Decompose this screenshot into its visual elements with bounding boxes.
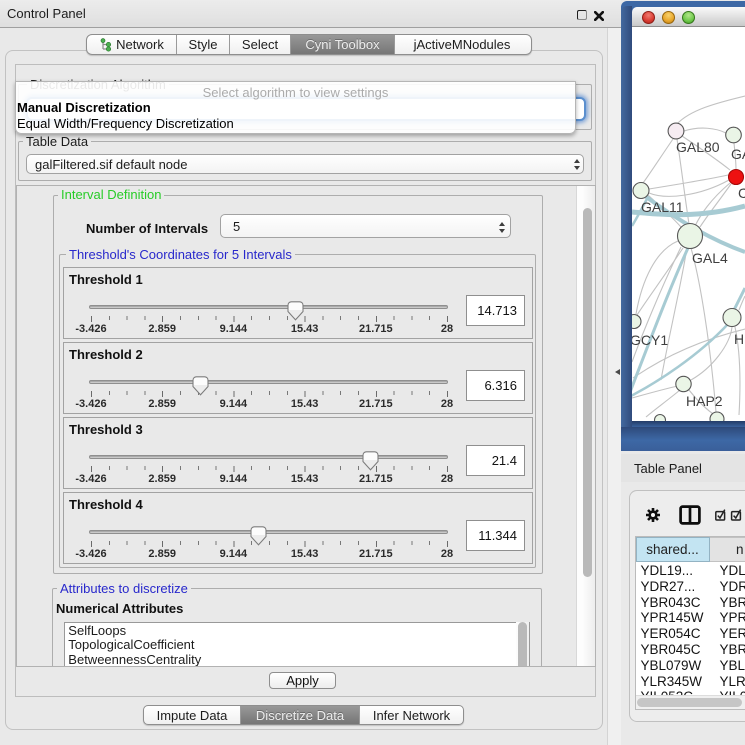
svg-text:GAL4: GAL4 — [692, 250, 728, 266]
svg-text:GAL80: GAL80 — [676, 139, 720, 155]
svg-text:GAL11: GAL11 — [641, 199, 684, 215]
svg-text:C: C — [738, 185, 745, 201]
svg-text:GCY1: GCY1 — [632, 332, 668, 348]
svg-text:H: H — [734, 331, 744, 347]
svg-text:HAP2: HAP2 — [686, 393, 723, 409]
svg-text:GA: GA — [731, 146, 745, 162]
